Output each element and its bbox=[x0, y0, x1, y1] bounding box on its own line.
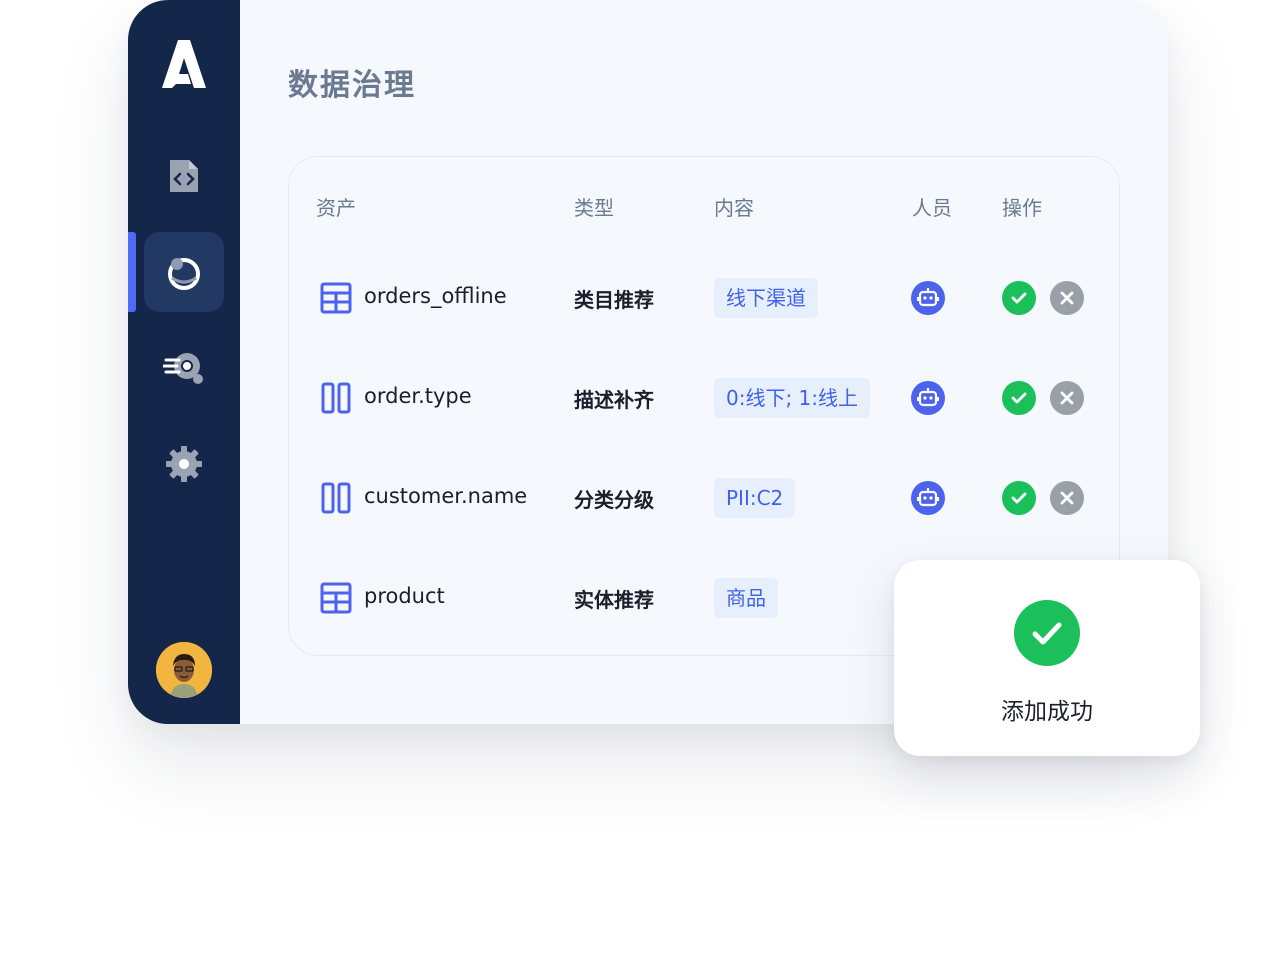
robot-icon bbox=[911, 381, 945, 415]
column-icon bbox=[321, 482, 351, 514]
table-icon bbox=[320, 582, 352, 614]
row-type: 类目推荐 bbox=[574, 288, 654, 312]
column-header-person: 人员 bbox=[912, 196, 952, 220]
avatar[interactable] bbox=[156, 642, 212, 698]
asset-name[interactable]: customer.name bbox=[364, 484, 527, 508]
table-row[interactable]: customer.name 分类分级 PII:C2 bbox=[288, 468, 1118, 528]
sidebar-item-code-file[interactable] bbox=[144, 136, 224, 216]
table-row[interactable]: orders_offline 类目推荐 线下渠道 bbox=[288, 268, 1118, 328]
page-title: 数据治理 bbox=[288, 68, 416, 103]
reject-button[interactable] bbox=[1050, 281, 1084, 315]
asset-name[interactable]: product bbox=[364, 584, 445, 608]
success-toast: 添加成功 bbox=[894, 560, 1200, 756]
approve-button[interactable] bbox=[1002, 281, 1036, 315]
approve-button[interactable] bbox=[1002, 481, 1036, 515]
search-speed-icon bbox=[163, 353, 203, 384]
check-icon bbox=[1011, 292, 1027, 304]
toast-message: 添加成功 bbox=[1001, 699, 1093, 725]
sidebar-item-governance[interactable] bbox=[144, 232, 224, 312]
check-icon bbox=[1011, 492, 1027, 504]
content-tag: 0:线下; 1:线上 bbox=[714, 378, 871, 418]
sidebar-item-settings[interactable] bbox=[144, 424, 224, 504]
table-icon bbox=[320, 282, 352, 314]
column-header-actions: 操作 bbox=[1002, 196, 1042, 220]
column-icon bbox=[321, 382, 351, 414]
column-header-asset: 资产 bbox=[316, 196, 356, 220]
donut-icon bbox=[168, 258, 200, 290]
active-indicator bbox=[128, 232, 136, 312]
robot-icon bbox=[911, 281, 945, 315]
column-header-content: 内容 bbox=[714, 196, 754, 220]
code-file-icon bbox=[170, 160, 198, 192]
success-check-icon bbox=[1014, 600, 1080, 666]
gear-icon bbox=[166, 446, 202, 482]
asset-name[interactable]: orders_offline bbox=[364, 284, 507, 308]
check-icon bbox=[1011, 392, 1027, 404]
close-icon bbox=[1060, 291, 1074, 305]
close-icon bbox=[1060, 491, 1074, 505]
row-type: 分类分级 bbox=[574, 488, 654, 512]
row-type: 实体推荐 bbox=[574, 588, 654, 612]
content-tag: 线下渠道 bbox=[714, 278, 818, 318]
close-icon bbox=[1060, 391, 1074, 405]
reject-button[interactable] bbox=[1050, 381, 1084, 415]
robot-icon bbox=[911, 481, 945, 515]
sidebar-item-explore[interactable] bbox=[144, 328, 224, 408]
row-type: 描述补齐 bbox=[574, 388, 654, 412]
sidebar bbox=[128, 0, 240, 724]
column-header-type: 类型 bbox=[574, 196, 614, 220]
content-tag: 商品 bbox=[714, 578, 778, 618]
asset-name[interactable]: order.type bbox=[364, 384, 472, 408]
content-tag: PII:C2 bbox=[714, 478, 796, 518]
table-row[interactable]: order.type 描述补齐 0:线下; 1:线上 bbox=[288, 368, 1118, 428]
logo-icon bbox=[162, 40, 206, 88]
reject-button[interactable] bbox=[1050, 481, 1084, 515]
approve-button[interactable] bbox=[1002, 381, 1036, 415]
avatar-image bbox=[156, 642, 212, 698]
